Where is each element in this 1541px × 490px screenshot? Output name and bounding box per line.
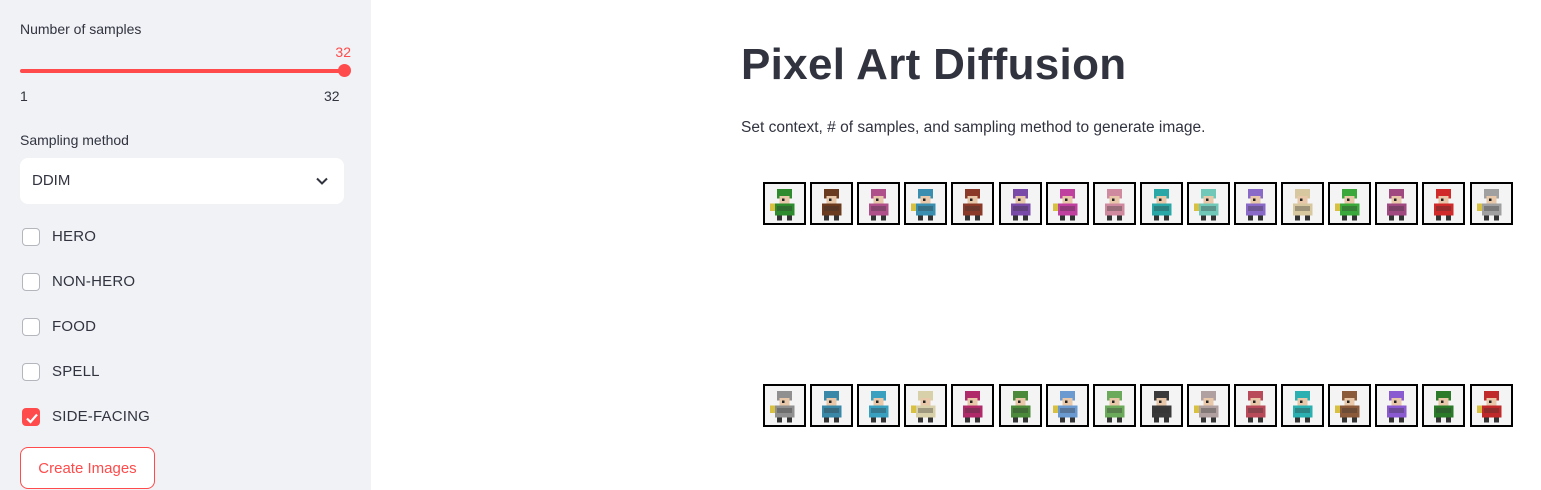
sprite-image xyxy=(810,384,854,427)
sprite-image xyxy=(763,384,806,427)
sprite-image xyxy=(1186,182,1230,225)
sprite-image xyxy=(1092,182,1136,225)
context-checkbox-side-facing[interactable]: SIDE-FACING xyxy=(20,407,350,429)
sprite-image xyxy=(951,384,995,427)
checkmark-icon xyxy=(26,413,38,424)
create-images-button[interactable]: Create Images xyxy=(20,447,155,489)
sprite-image xyxy=(1234,384,1277,427)
context-checkbox-food[interactable]: FOOD xyxy=(20,317,350,339)
checkbox-icon[interactable] xyxy=(22,273,40,291)
context-checkbox-hero[interactable]: HERO xyxy=(20,227,350,249)
checkbox-icon[interactable] xyxy=(22,228,40,246)
sprite-image xyxy=(1281,384,1325,427)
sprite-image xyxy=(1375,384,1419,427)
sprite-image xyxy=(998,384,1042,427)
page-description: Set context, # of samples, and sampling … xyxy=(741,119,1206,136)
sprite-image xyxy=(857,384,901,427)
sprite-image xyxy=(1328,384,1372,427)
checkbox-icon[interactable] xyxy=(22,318,40,336)
sprite-image xyxy=(904,182,948,225)
samples-label: Number of samples xyxy=(20,21,142,37)
sidebar: Number of samples 32 1 32 Sampling metho… xyxy=(0,0,371,490)
sprite-image xyxy=(1281,182,1325,225)
sprite-row-2 xyxy=(763,384,1513,427)
samples-slider-track[interactable] xyxy=(20,69,344,73)
sprite-image xyxy=(1469,182,1513,225)
sprite-image xyxy=(857,182,901,225)
sprite-image xyxy=(1139,384,1183,427)
samples-slider-max: 32 xyxy=(324,88,340,104)
sprite-image xyxy=(951,182,995,225)
page-title: Pixel Art Diffusion xyxy=(741,40,1127,89)
method-label: Sampling method xyxy=(20,132,129,148)
samples-slider-thumb[interactable] xyxy=(338,64,351,77)
chevron-down-icon xyxy=(316,177,328,185)
checkbox-label: SIDE-FACING xyxy=(52,408,151,425)
context-checkbox-non-hero[interactable]: NON-HERO xyxy=(20,272,350,294)
samples-slider-min: 1 xyxy=(20,88,28,104)
sprite-image xyxy=(1422,182,1466,225)
sprite-image xyxy=(998,182,1042,225)
sprite-image xyxy=(1139,182,1183,225)
sprite-image xyxy=(1469,384,1513,427)
checkbox-label: SPELL xyxy=(52,363,100,380)
checkbox-label: HERO xyxy=(52,228,97,245)
method-select[interactable]: DDIM xyxy=(20,158,344,204)
sprite-row-1 xyxy=(763,182,1513,225)
checkbox-icon[interactable] xyxy=(22,363,40,381)
checkbox-label: NON-HERO xyxy=(52,273,136,290)
checkbox-label: FOOD xyxy=(52,318,97,335)
sprite-image xyxy=(1234,182,1277,225)
samples-slider-value: 32 xyxy=(335,44,351,60)
sprite-image xyxy=(904,384,948,427)
sprite-image xyxy=(1328,182,1372,225)
method-select-value: DDIM xyxy=(32,172,71,189)
sprite-image xyxy=(1186,384,1230,427)
sprite-image xyxy=(1045,384,1089,427)
sprite-image xyxy=(1045,182,1089,225)
sprite-image xyxy=(810,182,854,225)
sprite-image xyxy=(1375,182,1419,225)
checkbox-checked-icon[interactable] xyxy=(22,408,40,426)
sprite-image xyxy=(763,182,806,225)
sprite-image xyxy=(1092,384,1136,427)
sprite-image xyxy=(1422,384,1466,427)
context-checkbox-spell[interactable]: SPELL xyxy=(20,362,350,384)
